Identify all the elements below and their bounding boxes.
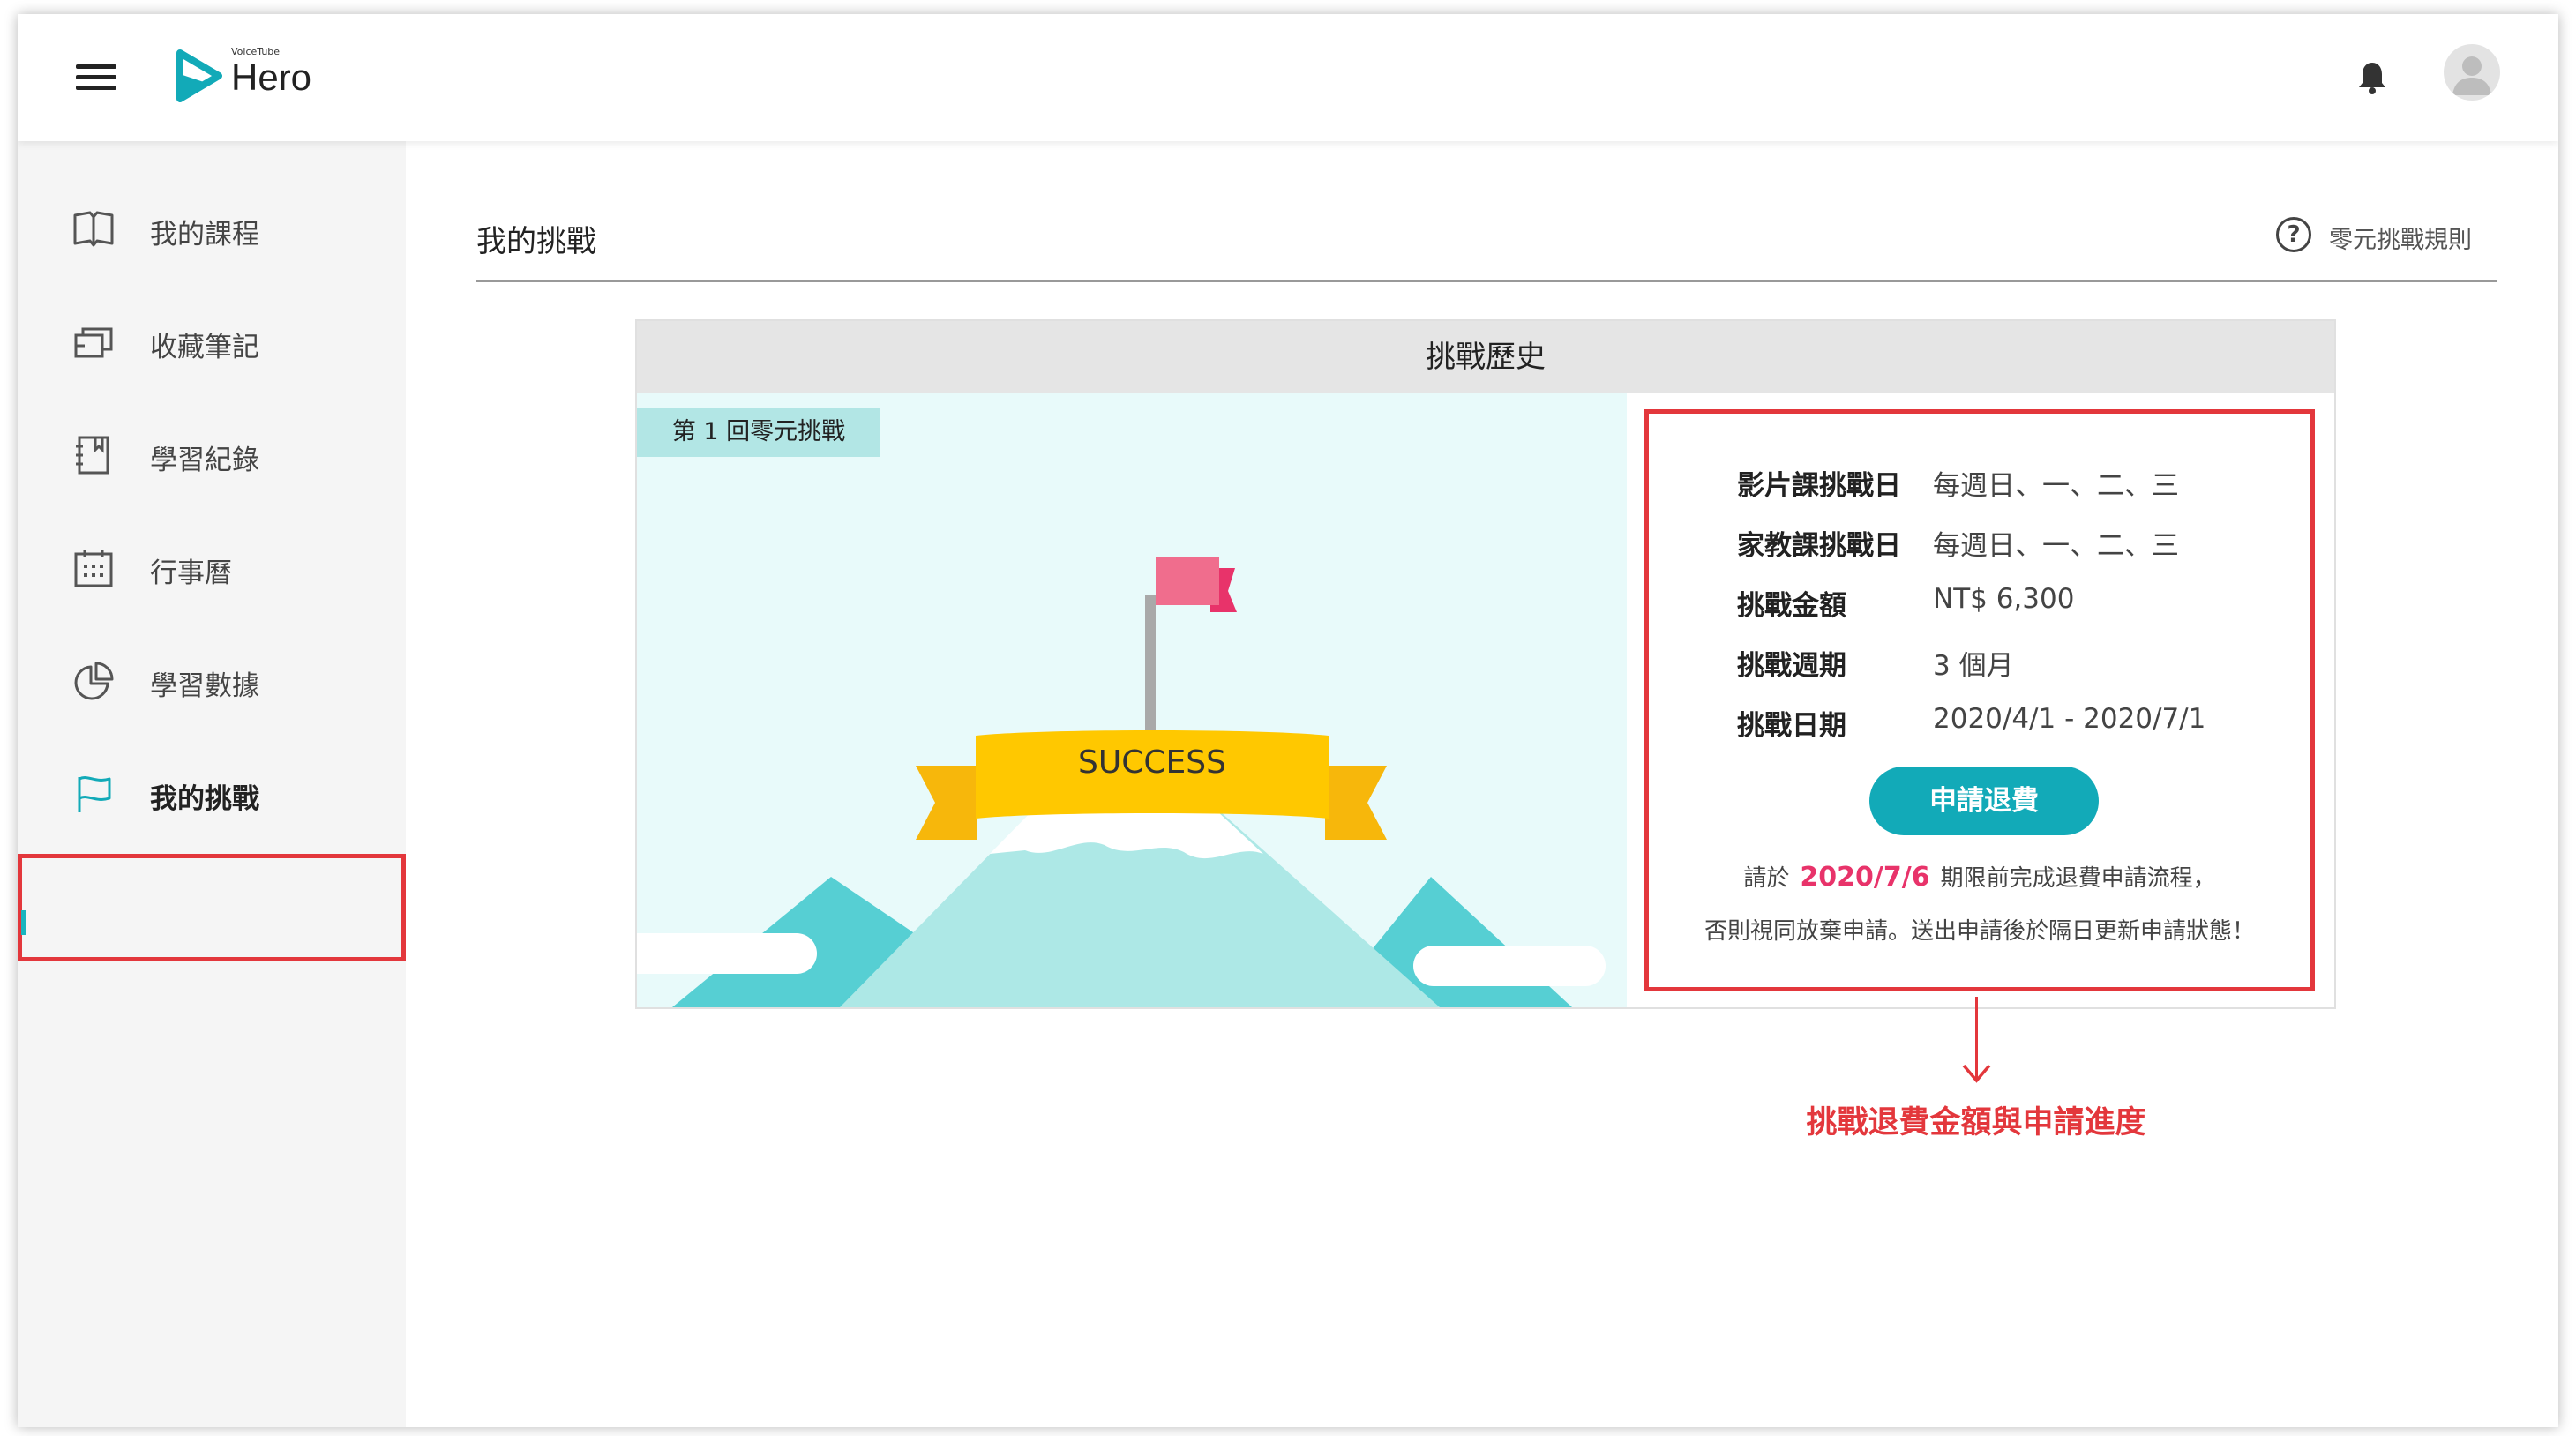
detail-value: 3 個月 bbox=[1933, 650, 2014, 682]
book-icon bbox=[73, 211, 114, 247]
sidebar-item-my-challenge[interactable]: 我的挑戰 bbox=[18, 741, 406, 847]
sidebar-item-label: 學習紀錄 bbox=[150, 445, 259, 476]
challenge-rules-label: 零元挑戰規則 bbox=[2329, 227, 2472, 254]
refund-notice: 請於 2020/7/6 期限前完成退費申請流程， bbox=[1649, 860, 2310, 893]
detail-value: 每週日、一、二、三 bbox=[1933, 470, 2179, 502]
challenge-history-card: 挑戰歷史 第 1 回零元挑戰 SUCCESS 影片課挑戰日 每週日、一、二、三 … bbox=[635, 319, 2336, 1009]
avatar[interactable] bbox=[2444, 44, 2500, 101]
mountain-illustration bbox=[637, 557, 1606, 1007]
sidebar: 我的課程 收藏筆記 學習紀錄 行事曆 學習數據 我的挑戰 bbox=[18, 141, 406, 1427]
detail-key: 挑戰日期 bbox=[1737, 710, 1846, 742]
success-banner-text: SUCCESS bbox=[1078, 744, 1226, 781]
calendar-icon bbox=[74, 550, 113, 587]
flag-icon bbox=[78, 776, 111, 812]
detail-key: 挑戰金額 bbox=[1737, 590, 1846, 622]
title-divider bbox=[476, 280, 2497, 282]
sidebar-item-label: 我的課程 bbox=[150, 219, 259, 251]
refund-notice-line2: 否則視同放棄申請。送出申請後於隔日更新申請狀態！ bbox=[1704, 918, 2255, 945]
active-indicator bbox=[21, 910, 26, 935]
sidebar-item-learning-data[interactable]: 學習數據 bbox=[18, 628, 406, 734]
sidebar-item-my-courses[interactable]: 我的課程 bbox=[18, 176, 406, 282]
detail-value: 2020/4/1 - 2020/7/1 bbox=[1933, 703, 2206, 735]
detail-key: 影片課挑戰日 bbox=[1737, 470, 1901, 502]
sidebar-item-label: 我的挑戰 bbox=[150, 783, 259, 815]
menu-icon[interactable] bbox=[76, 62, 116, 93]
bell-icon[interactable] bbox=[2357, 60, 2387, 95]
refund-detail-box: 影片課挑戰日 每週日、一、二、三 家教課挑戰日 每週日、一、二、三 挑戰金額 N… bbox=[1644, 409, 2315, 991]
play-logo-icon bbox=[176, 49, 222, 102]
sidebar-item-label: 學習數據 bbox=[150, 670, 259, 702]
sidebar-item-saved-notes[interactable]: 收藏筆記 bbox=[18, 289, 406, 395]
sidebar-item-learning-records[interactable]: 學習紀錄 bbox=[18, 402, 406, 508]
page-title: 我的挑戰 bbox=[476, 224, 596, 259]
notice-deadline-date: 2020/7/6 bbox=[1800, 862, 1930, 893]
top-bar: VoiceTube Hero bbox=[18, 14, 2558, 141]
sidebar-item-label: 行事曆 bbox=[150, 557, 232, 589]
notice-prefix: 請於 bbox=[1743, 865, 1790, 892]
cards-icon bbox=[74, 327, 113, 358]
logo[interactable]: VoiceTube Hero bbox=[176, 46, 353, 108]
notice-suffix: 期限前完成退費申請流程， bbox=[1940, 865, 2216, 892]
round-tag: 第 1 回零元挑戰 bbox=[637, 408, 880, 457]
detail-key: 挑戰週期 bbox=[1737, 650, 1846, 682]
app-window: VoiceTube Hero 我的課程 收藏筆記 學習紀錄 行事曆 學習數據 我… bbox=[18, 14, 2558, 1427]
sidebar-highlight-box bbox=[18, 854, 406, 961]
refund-button[interactable]: 申請退費 bbox=[1869, 767, 2099, 835]
success-illustration: 第 1 回零元挑戰 SUCCESS bbox=[637, 393, 1627, 1007]
detail-key: 家教課挑戰日 bbox=[1737, 530, 1901, 562]
history-heading: 挑戰歷史 bbox=[637, 321, 2334, 393]
pie-chart-icon bbox=[74, 662, 114, 700]
arrow-down-icon bbox=[1962, 1064, 1991, 1083]
annotation-label: 挑戰退費金額與申請進度 bbox=[1806, 1105, 2146, 1141]
sidebar-item-label: 收藏筆記 bbox=[150, 332, 259, 363]
question-icon: ? bbox=[2276, 217, 2311, 252]
detail-value: NT$ 6,300 bbox=[1933, 583, 2075, 615]
logo-text: Hero bbox=[231, 56, 312, 98]
notebook-icon bbox=[76, 436, 109, 475]
detail-value: 每週日、一、二、三 bbox=[1933, 530, 2179, 562]
sidebar-item-calendar[interactable]: 行事曆 bbox=[18, 515, 406, 621]
user-icon bbox=[2452, 56, 2491, 95]
